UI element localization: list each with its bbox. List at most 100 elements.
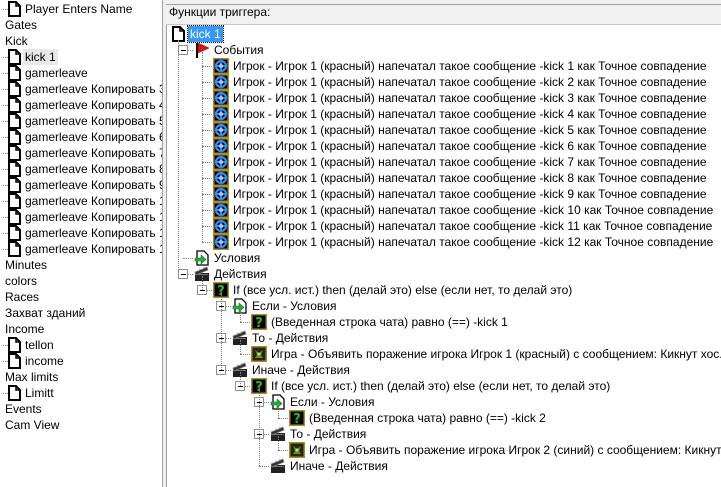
svg-text:?: ? xyxy=(255,316,263,330)
trigger-item[interactable]: gamerleave Копировать 9 xyxy=(0,177,162,193)
function-tree-node[interactable]: Игрок - Игрок 1 (красный) напечатал тако… xyxy=(167,58,721,74)
function-tree-node[interactable]: Если - Условия xyxy=(167,394,721,410)
function-tree-node[interactable]: Игра - Объявить поражение игрока Игрок 2… xyxy=(167,442,721,458)
trigger-item[interactable]: income xyxy=(0,353,162,369)
function-tree-node[interactable]: Игрок - Игрок 1 (красный) напечатал тако… xyxy=(167,202,721,218)
category-item[interactable]: Cam View xyxy=(0,417,162,433)
function-tree-node[interactable]: ? (Введенная строка чата) равно (==) -kic… xyxy=(167,314,721,331)
tree-connector xyxy=(240,354,250,355)
collapse-toggle[interactable] xyxy=(178,269,188,279)
function-tree-node[interactable]: То - Действия xyxy=(167,330,721,346)
function-tree-node[interactable]: Условия xyxy=(167,250,721,266)
category-item[interactable]: Gates xyxy=(0,17,162,33)
category-item[interactable]: colors xyxy=(0,273,162,289)
category-label: Events xyxy=(5,402,42,416)
function-tree-node[interactable]: Игрок - Игрок 1 (красный) напечатал тако… xyxy=(167,138,721,154)
function-tree-node[interactable]: То - Действия xyxy=(167,426,721,442)
trigger-item[interactable]: gamerleave Копировать 12 xyxy=(0,225,162,241)
trigger-label: Limitt xyxy=(25,386,54,400)
player-event-icon xyxy=(213,58,229,74)
function-tree-node[interactable]: События xyxy=(167,42,721,58)
function-tree-node[interactable]: Игрок - Игрок 1 (красный) напечатал тако… xyxy=(167,154,721,170)
function-tree-node[interactable]: Действия xyxy=(167,266,721,282)
collapse-toggle[interactable] xyxy=(178,45,188,55)
function-tree-node[interactable]: Если - Условия xyxy=(167,298,721,314)
function-tree-label: Игрок - Игрок 1 (красный) напечатал тако… xyxy=(233,203,714,217)
trigger-item[interactable]: tellon xyxy=(0,337,162,353)
function-tree-node[interactable]: Игра - Объявить поражение игрока Игрок 1… xyxy=(167,346,721,362)
trigger-item[interactable]: gamerleave Копировать 5 xyxy=(0,113,162,129)
trigger-item[interactable]: gamerleave xyxy=(0,65,162,81)
player-event-icon xyxy=(213,154,229,170)
player-event-icon xyxy=(213,234,229,250)
tree-connector xyxy=(240,340,241,354)
trigger-document-icon xyxy=(6,225,22,241)
category-item[interactable]: Events xyxy=(0,401,162,417)
svg-text:?: ? xyxy=(293,412,301,426)
game-defeat-action-icon xyxy=(251,346,267,362)
trigger-item[interactable]: kick 1 xyxy=(0,49,162,65)
category-item[interactable]: Захват зданий xyxy=(0,305,162,321)
function-tree-node[interactable]: Игрок - Игрок 1 (красный) напечатал тако… xyxy=(167,90,721,106)
trigger-item[interactable]: gamerleave Копировать 7 xyxy=(0,145,162,161)
conditions-icon xyxy=(194,250,210,266)
function-tree-label: Если - Условия xyxy=(252,299,337,313)
function-tree-node[interactable]: Иначе - Действия xyxy=(167,458,721,474)
trigger-document-icon xyxy=(6,241,22,257)
function-tree-node[interactable]: Иначе - Действия xyxy=(167,362,721,378)
trigger-item[interactable]: gamerleave Копировать 10 xyxy=(0,193,162,209)
trigger-label: Player Enters Name xyxy=(25,2,133,16)
tree-connector xyxy=(202,276,203,290)
function-tree-node[interactable]: kick 1 xyxy=(167,25,721,43)
function-tree-label: Игрок - Игрок 1 (красный) напечатал тако… xyxy=(233,139,707,153)
function-tree-node[interactable]: ? If (все усл. ист.) then (делай это) els… xyxy=(167,378,721,395)
trigger-item[interactable]: Player Enters Name xyxy=(0,1,162,17)
trigger-functions-tree[interactable]: kick 1 События Игрок - Игрок 1 (красный) н… xyxy=(166,25,721,487)
function-tree-node[interactable]: Игрок - Игрок 1 (красный) напечатал тако… xyxy=(167,234,721,250)
trigger-item[interactable]: gamerleave Копировать 4 xyxy=(0,97,162,113)
trigger-item[interactable]: gamerleave Копировать 12 xyxy=(0,241,162,257)
tree-connector xyxy=(202,82,212,83)
if-condition-question-icon: ? xyxy=(289,410,305,427)
function-tree-label: Условия xyxy=(214,251,261,265)
category-item[interactable]: Max limits xyxy=(0,369,162,385)
trigger-item[interactable]: gamerleave Копировать 6 xyxy=(0,129,162,145)
function-tree-node[interactable]: ? If (все усл. ист.) then (делай это) els… xyxy=(167,282,721,299)
function-tree-label: Игрок - Игрок 1 (красный) напечатал тако… xyxy=(233,235,714,249)
tree-connector xyxy=(202,242,212,243)
function-tree-node[interactable]: ? (Введенная строка чата) равно (==) -kic… xyxy=(167,410,721,427)
trigger-item[interactable]: gamerleave Копировать 11 xyxy=(0,209,162,225)
function-tree-node[interactable]: Игрок - Игрок 1 (красный) напечатал тако… xyxy=(167,74,721,90)
player-event-icon xyxy=(213,90,229,106)
trigger-list-tree[interactable]: Player Enters Name Gates Kick kick 1 gamerle… xyxy=(0,0,163,487)
trigger-item[interactable]: gamerleave Копировать 3 xyxy=(0,81,162,97)
category-item[interactable]: Minutes xyxy=(0,257,162,273)
category-item[interactable]: Races xyxy=(0,289,162,305)
player-event-icon xyxy=(213,74,229,90)
tree-connector xyxy=(202,98,212,99)
tree-connector xyxy=(202,178,212,179)
tree-connector xyxy=(178,40,179,274)
function-tree-node[interactable]: Игрок - Игрок 1 (красный) напечатал тако… xyxy=(167,122,721,138)
function-tree-label: Действия xyxy=(214,267,267,281)
tree-connector xyxy=(202,66,212,67)
trigger-document-icon xyxy=(6,193,22,209)
trigger-label: kick 1 xyxy=(23,49,58,65)
function-tree-node[interactable]: Игрок - Игрок 1 (красный) напечатал тако… xyxy=(167,218,721,234)
function-tree-node[interactable]: Игрок - Игрок 1 (красный) напечатал тако… xyxy=(167,186,721,202)
tree-connector xyxy=(202,162,212,163)
function-tree-node[interactable]: Игрок - Игрок 1 (красный) напечатал тако… xyxy=(167,170,721,186)
function-tree-node[interactable]: Игрок - Игрок 1 (красный) напечатал тако… xyxy=(167,106,721,122)
function-tree-label: Игрок - Игрок 1 (красный) напечатал тако… xyxy=(233,171,707,185)
trigger-document-icon xyxy=(6,129,22,145)
category-item[interactable]: Income xyxy=(0,321,162,337)
trigger-document-icon xyxy=(6,209,22,225)
function-tree-label: То - Действия xyxy=(290,427,367,441)
category-item[interactable]: Kick xyxy=(0,33,162,49)
function-tree-label: Игрок - Игрок 1 (красный) напечатал тако… xyxy=(233,75,707,89)
trigger-item[interactable]: Limitt xyxy=(0,385,162,401)
trigger-label: gamerleave Копировать 3 xyxy=(25,82,163,96)
function-tree-label: Игра - Объявить поражение игрока Игрок 2… xyxy=(309,443,721,457)
trigger-document-icon xyxy=(6,113,22,129)
trigger-item[interactable]: gamerleave Копировать 8 xyxy=(0,161,162,177)
